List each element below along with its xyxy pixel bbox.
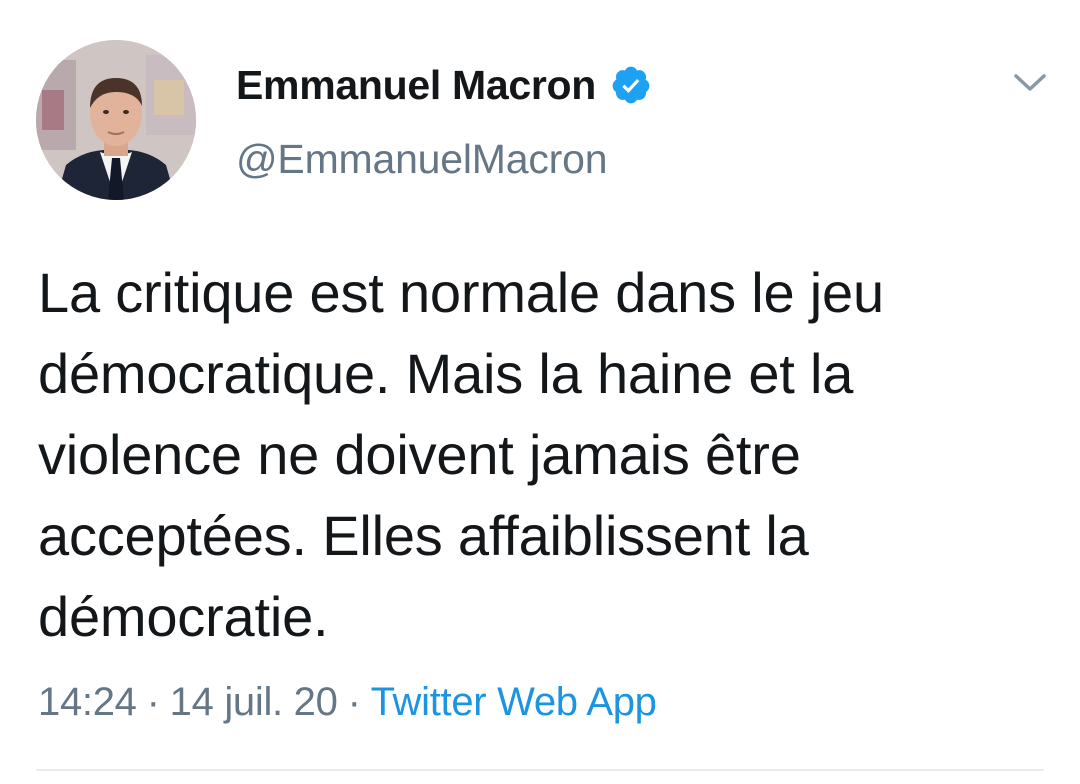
separator: · <box>146 680 160 724</box>
tweet-time[interactable]: 14:24 <box>38 680 137 724</box>
tweet-date[interactable]: 14 juil. 20 <box>170 680 338 724</box>
separator: · <box>347 680 361 724</box>
chevron-down-icon[interactable] <box>1008 64 1052 100</box>
user-handle[interactable]: @EmmanuelMacron <box>236 136 608 183</box>
verified-badge-icon <box>610 64 652 106</box>
tweet-text: La critique est normale dans le jeu démo… <box>38 261 884 648</box>
avatar-photo <box>36 40 196 200</box>
tweet-metadata: 14:24 · 14 juil. 20 · Twitter Web App <box>38 680 657 725</box>
name-row: Emmanuel Macron <box>236 58 652 112</box>
avatar[interactable] <box>36 40 196 200</box>
display-name[interactable]: Emmanuel Macron <box>236 62 596 109</box>
tweet-card: Emmanuel Macron @EmmanuelMacron La criti… <box>0 0 1080 784</box>
tweet-source-link[interactable]: Twitter Web App <box>371 680 657 724</box>
divider <box>36 769 1044 771</box>
